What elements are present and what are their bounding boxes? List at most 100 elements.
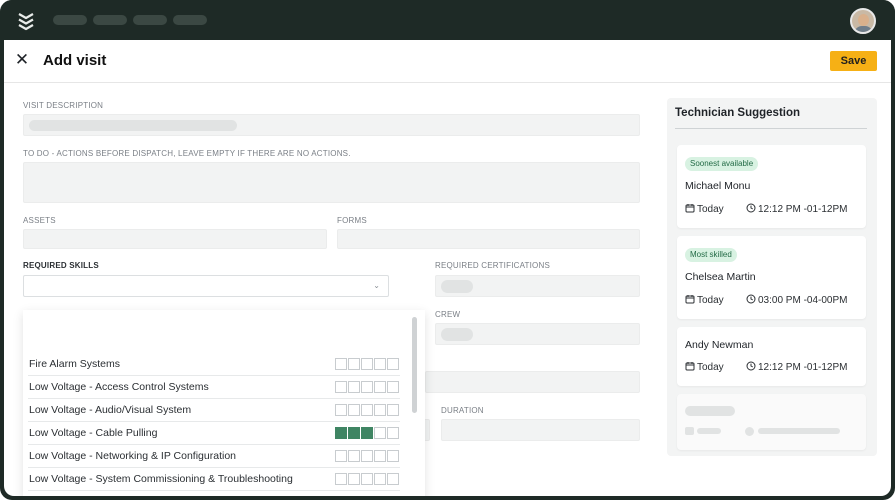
assets-field[interactable] [23, 229, 327, 249]
skill-level-box[interactable] [374, 450, 386, 462]
skill-option[interactable]: Low Voltage - Networking & IP Configurat… [28, 445, 400, 468]
chevron-down-icon[interactable]: ⌄ [373, 281, 380, 290]
skill-name: Low Voltage - System Commissioning & Tro… [29, 473, 293, 485]
skill-option[interactable]: Low Voltage - Audio/Visual System [28, 399, 400, 422]
skill-level-box[interactable] [374, 427, 386, 439]
skill-name: Low Voltage - Audio/Visual System [29, 404, 192, 416]
visit-description-input[interactable] [23, 114, 640, 136]
skill-level-selector[interactable] [335, 473, 401, 486]
required-certifications-label: REQUIRED CERTIFICATIONS [435, 261, 550, 270]
skill-option[interactable]: Low Voltage - Cable Pulling [28, 422, 400, 445]
skill-level-box[interactable] [374, 358, 386, 370]
skill-level-selector[interactable] [335, 404, 401, 417]
skill-level-selector[interactable] [335, 381, 401, 394]
required-skills-select[interactable]: ⌄ [23, 275, 389, 297]
name-placeholder [685, 406, 735, 416]
skill-level-box[interactable] [348, 404, 360, 416]
skill-level-box[interactable] [387, 450, 399, 462]
page-title: Add visit [43, 52, 107, 69]
availability-time: 12:12 PM -01-12PM [746, 361, 848, 373]
skill-level-box[interactable] [361, 404, 373, 416]
skill-level-box[interactable] [361, 450, 373, 462]
skill-level-box[interactable] [387, 473, 399, 485]
technician-card[interactable]: Andy Newman Today 12:12 PM -01-12PM [677, 327, 866, 386]
crew-field[interactable] [435, 323, 640, 345]
skill-level-box[interactable] [361, 358, 373, 370]
chip-placeholder [441, 280, 473, 293]
calendar-icon [685, 427, 694, 435]
save-button[interactable]: Save [830, 51, 877, 71]
todo-textarea[interactable] [23, 162, 640, 203]
user-avatar[interactable] [850, 8, 876, 34]
time-text: 03:00 PM -04-00PM [758, 295, 848, 306]
skill-level-box[interactable] [348, 358, 360, 370]
skill-level-box[interactable] [348, 450, 360, 462]
availability-day: Today [685, 203, 724, 215]
skill-level-box[interactable] [348, 427, 360, 439]
nav-item-placeholder[interactable] [173, 15, 207, 25]
skill-level-box[interactable] [374, 404, 386, 416]
skill-level-selector[interactable] [335, 450, 401, 463]
skill-option[interactable]: Low Voltage - Termination [28, 491, 400, 496]
skill-name: Low Voltage - Networking & IP Configurat… [29, 450, 237, 462]
technician-name: Chelsea Martin [685, 271, 756, 283]
text-placeholder [29, 120, 237, 131]
required-certifications-field[interactable] [435, 275, 640, 297]
calendar-icon [685, 362, 695, 371]
skill-level-box[interactable] [335, 473, 347, 485]
skill-level-box[interactable] [335, 404, 347, 416]
hidden-field[interactable] [425, 371, 640, 393]
divider [675, 128, 867, 129]
availability-day: Today [685, 361, 724, 373]
required-skills-label: REQUIRED SKILLS [23, 261, 99, 270]
skill-level-box[interactable] [387, 381, 399, 393]
clock-icon [746, 361, 756, 371]
skill-name: Low Voltage - Cable Pulling [29, 427, 158, 439]
forms-field[interactable] [337, 229, 640, 249]
skill-option[interactable]: Low Voltage - System Commissioning & Tro… [28, 468, 400, 491]
skill-level-box[interactable] [335, 450, 347, 462]
app-frame: ✕ Add visit Save VISIT DESCRIPTION TO DO… [0, 0, 895, 500]
skill-option[interactable]: Fire Alarm Systems [28, 353, 400, 376]
clock-icon [746, 294, 756, 304]
technician-suggestion-panel: Technician Suggestion Soonest available … [667, 98, 877, 456]
scrollbar[interactable] [412, 317, 417, 413]
top-nav-bar [0, 0, 895, 40]
skill-level-box[interactable] [387, 427, 399, 439]
skill-level-box[interactable] [335, 427, 347, 439]
skill-level-selector[interactable] [335, 358, 401, 371]
time-text: 12:12 PM -01-12PM [758, 204, 848, 215]
technician-name: Michael Monu [685, 180, 751, 192]
nav-item-placeholder[interactable] [93, 15, 127, 25]
technician-card[interactable]: Most skilled Chelsea Martin Today 03:00 … [677, 236, 866, 319]
technician-card[interactable]: Soonest available Michael Monu Today 12:… [677, 145, 866, 228]
nav-item-placeholder[interactable] [53, 15, 87, 25]
skill-level-box[interactable] [348, 381, 360, 393]
skill-level-box[interactable] [387, 404, 399, 416]
availability-time: 12:12 PM -01-12PM [746, 203, 848, 215]
skill-level-box[interactable] [348, 473, 360, 485]
skill-level-box[interactable] [387, 358, 399, 370]
time-text: 12:12 PM -01-12PM [758, 362, 848, 373]
skill-level-box[interactable] [374, 381, 386, 393]
clock-icon [745, 427, 754, 436]
skill-level-box[interactable] [335, 358, 347, 370]
skill-level-selector[interactable] [335, 427, 401, 440]
skill-option[interactable]: Low Voltage - Access Control Systems [28, 376, 400, 399]
crew-label: CREW [435, 310, 461, 319]
duration-field[interactable] [441, 419, 640, 441]
calendar-icon [685, 204, 695, 213]
skill-level-box[interactable] [361, 381, 373, 393]
skill-level-box[interactable] [374, 473, 386, 485]
skill-level-box[interactable] [361, 473, 373, 485]
day-placeholder [697, 428, 721, 434]
skill-level-box[interactable] [361, 427, 373, 439]
close-icon[interactable]: ✕ [14, 51, 30, 68]
avatar-face [858, 14, 869, 26]
nav-item-placeholder[interactable] [133, 15, 167, 25]
panel-header: ✕ Add visit Save [4, 40, 891, 83]
forms-label: FORMS [337, 216, 367, 225]
stack-logo-icon[interactable] [16, 11, 36, 31]
skill-level-box[interactable] [335, 381, 347, 393]
status-badge: Most skilled [685, 248, 737, 262]
